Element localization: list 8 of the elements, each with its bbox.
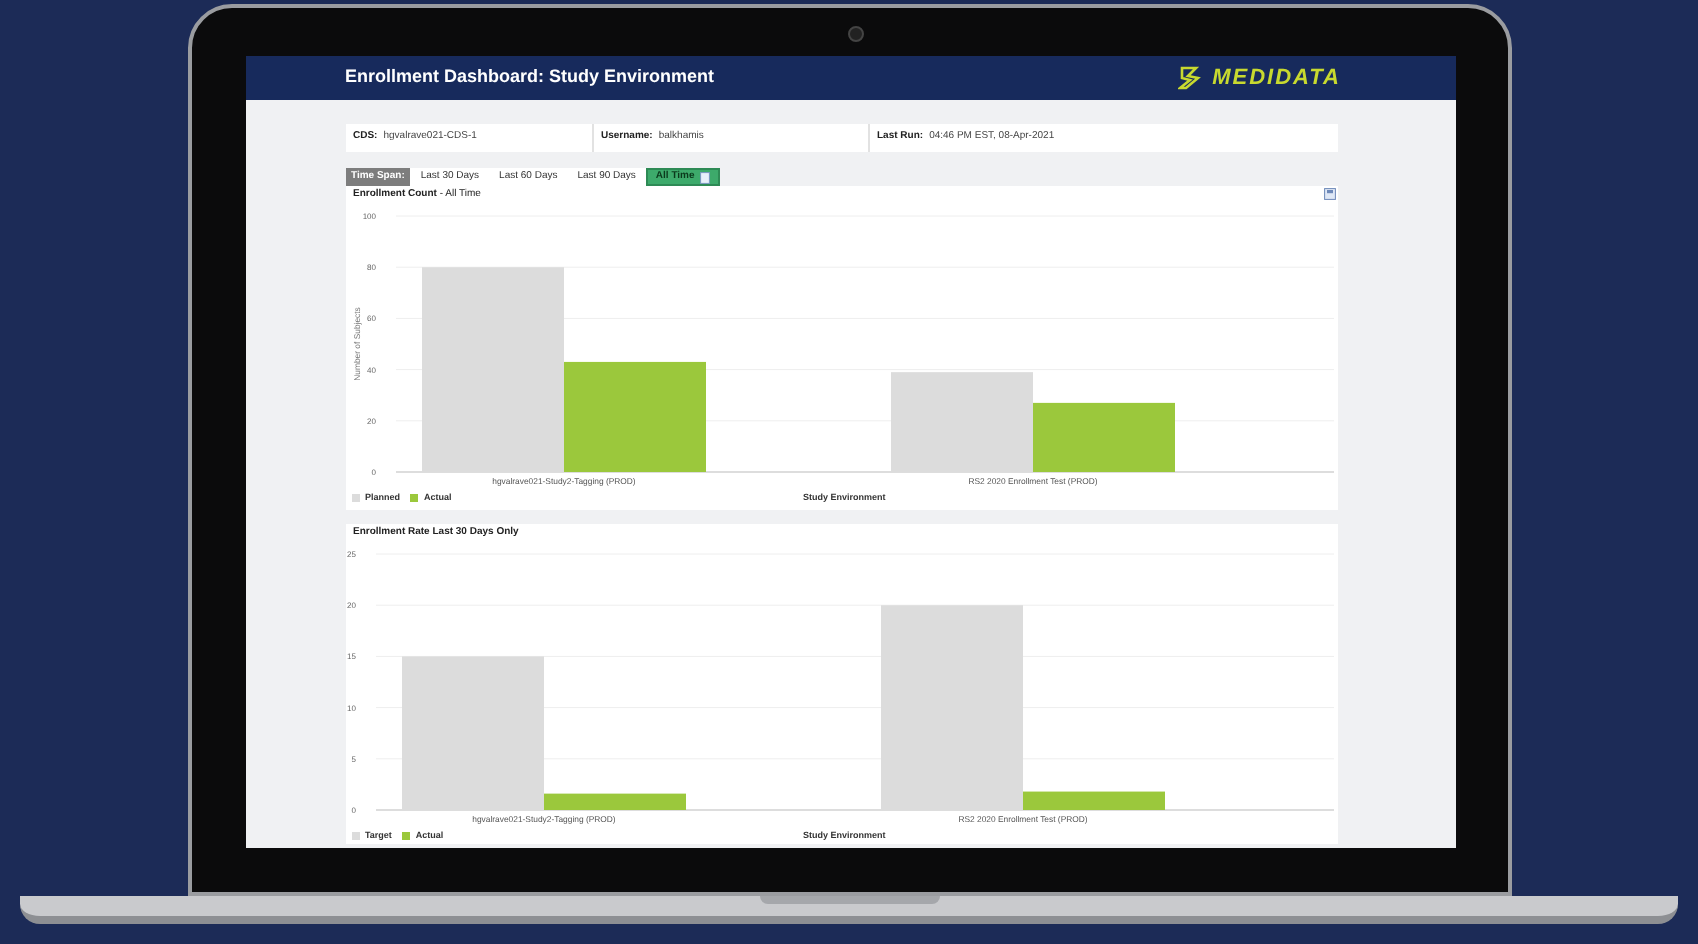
logo-icon [1178, 66, 1207, 90]
bar [1032, 402, 1174, 472]
brand-logo: MEDIDATA [1212, 63, 1341, 94]
document-icon [700, 171, 711, 183]
window-title: Enrollment Dashboard: Study Environment [345, 64, 715, 91]
camera-icon [847, 26, 863, 42]
bar [890, 372, 1032, 472]
export-icon[interactable] [1323, 188, 1335, 200]
